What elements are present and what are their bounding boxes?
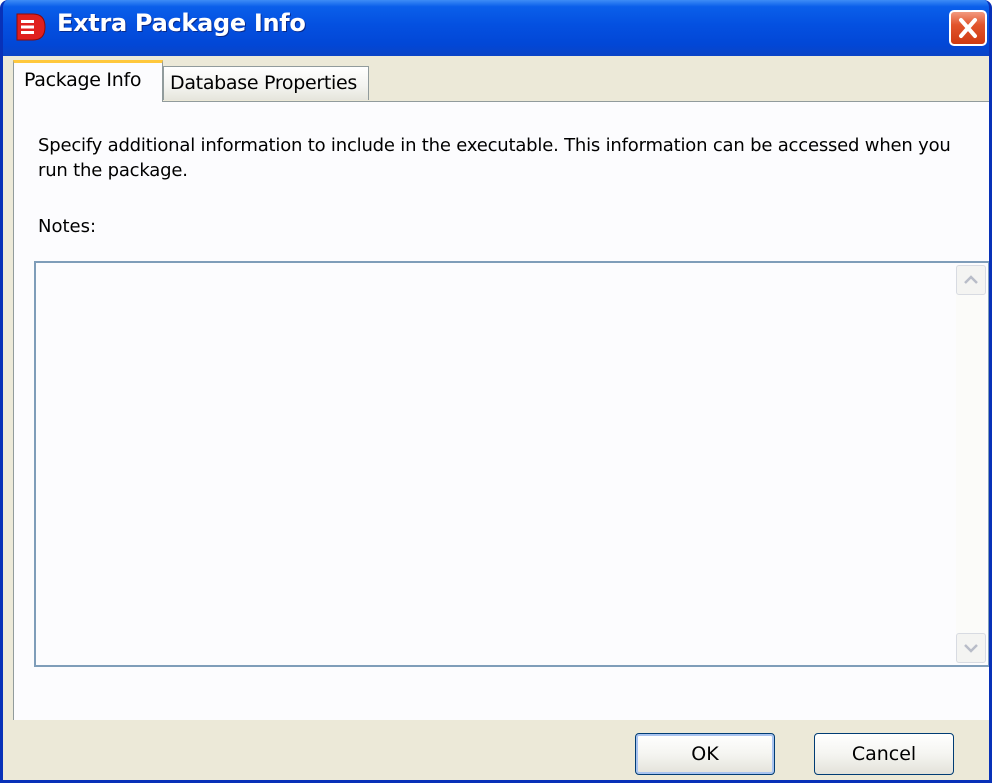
button-bar: OK Cancel [3, 720, 989, 780]
title-bar[interactable]: Extra Package Info [3, 0, 989, 56]
chevron-up-icon [964, 275, 978, 284]
tab-label: Package Info [24, 69, 142, 91]
notes-label: Notes: [38, 216, 97, 237]
window-title: Extra Package Info [57, 9, 306, 37]
scroll-up-button[interactable] [956, 265, 986, 295]
tab-database-properties[interactable]: Database Properties [163, 66, 369, 100]
ok-button[interactable]: OK [635, 733, 775, 775]
tab-panel-package-info: Specify additional information to includ… [13, 101, 989, 720]
dialog-client-area: Package Info Database Properties Specify… [3, 56, 989, 780]
scroll-down-button[interactable] [956, 633, 986, 663]
dialog-window: Extra Package Info Package Info Database… [0, 0, 992, 783]
package-app-icon [16, 13, 46, 41]
chevron-down-icon [964, 644, 978, 653]
tab-strip: Package Info Database Properties [3, 56, 989, 102]
close-button[interactable] [949, 10, 987, 46]
notes-textarea[interactable] [34, 261, 989, 667]
tab-label: Database Properties [170, 72, 358, 94]
notes-scrollbar[interactable] [956, 265, 986, 663]
description-text: Specify additional information to includ… [38, 135, 951, 181]
cancel-button[interactable]: Cancel [814, 733, 954, 775]
close-icon [959, 18, 977, 38]
tab-package-info[interactable]: Package Info [13, 60, 163, 102]
